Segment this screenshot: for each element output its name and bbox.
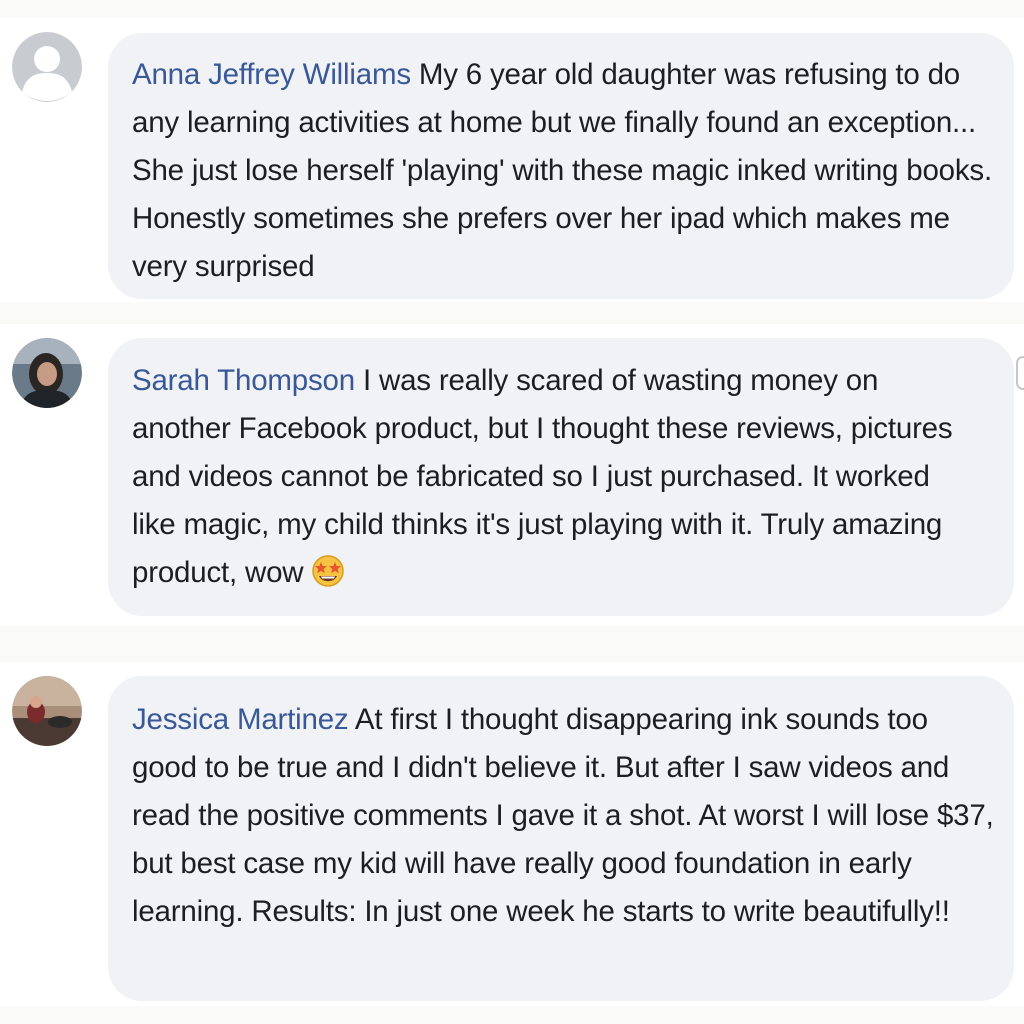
profile-photo-avatar[interactable]: [12, 338, 82, 408]
edge-fragment: [1016, 356, 1024, 390]
separator-band: [0, 626, 1024, 662]
separator-band: [0, 302, 1024, 324]
comment-bubble: Sarah Thompson I was really scared of wa…: [108, 338, 1014, 616]
separator-band: [0, 1006, 1024, 1024]
separator-band: [0, 0, 1024, 18]
comment-text: I was really scared of wasting money on …: [132, 364, 953, 589]
comment-bubble: Jessica Martinez At first I thought disa…: [108, 676, 1014, 1001]
default-avatar-icon[interactable]: [12, 32, 82, 102]
comment-author-link[interactable]: Jessica Martinez: [132, 703, 349, 736]
comment-text: At first I thought disappearing ink soun…: [132, 703, 994, 928]
comment-author-link[interactable]: Sarah Thompson: [132, 364, 355, 397]
comment-author-link[interactable]: Anna Jeffrey Williams: [132, 58, 411, 91]
comment-bubble: Anna Jeffrey Williams My 6 year old daug…: [108, 33, 1014, 299]
profile-photo-avatar[interactable]: [12, 676, 82, 746]
star-struck-emoji-icon: [309, 552, 347, 588]
comment-text: My 6 year old daughter was refusing to d…: [132, 58, 992, 283]
